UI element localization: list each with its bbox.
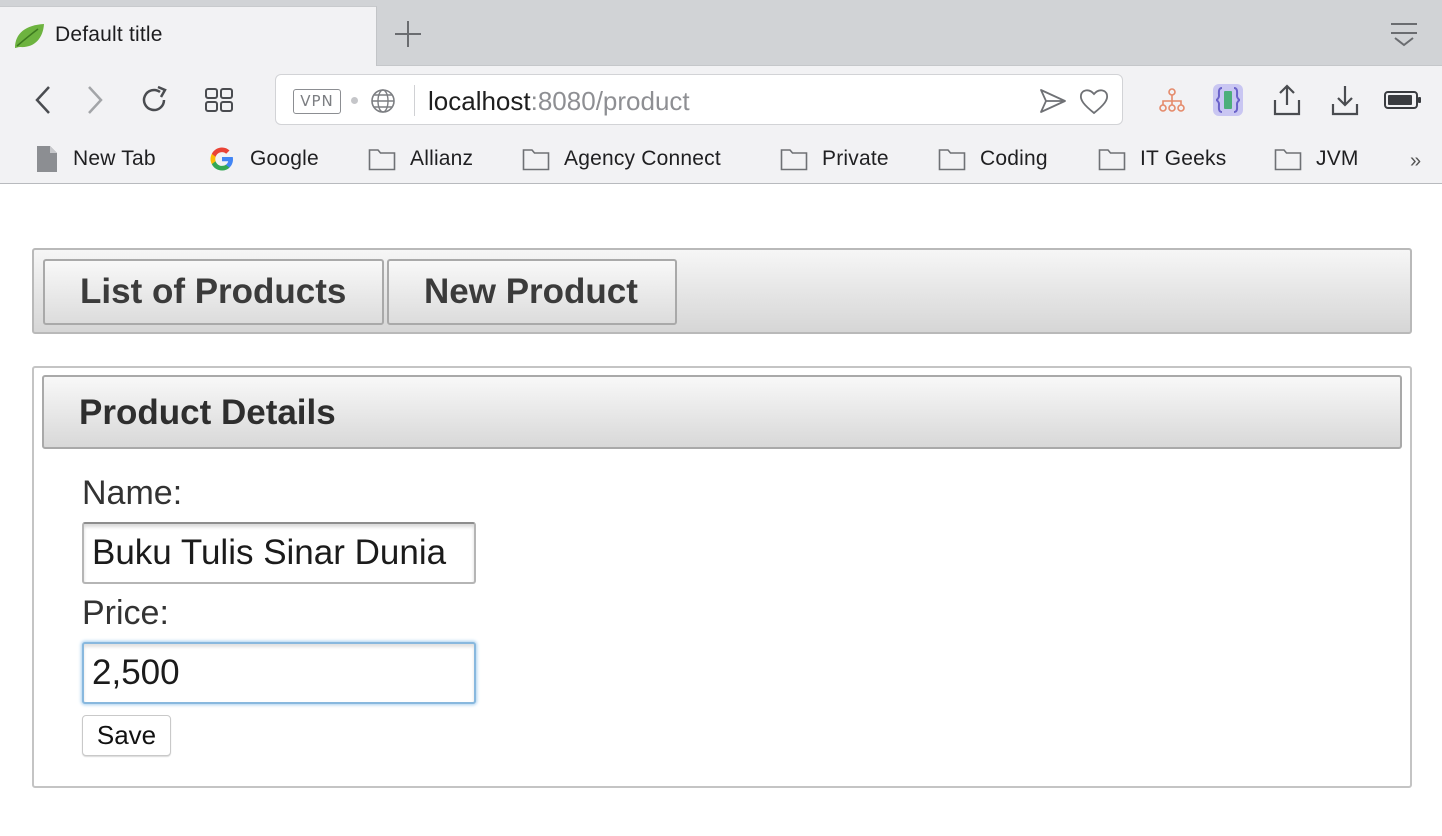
status-dot-icon xyxy=(351,97,358,104)
tab-grid-icon[interactable] xyxy=(203,86,235,114)
panel-title: Product Details xyxy=(79,393,336,432)
price-label: Price: xyxy=(82,594,169,632)
sitemap-extension-icon[interactable] xyxy=(1158,86,1186,114)
folder-icon xyxy=(1274,149,1302,171)
bookmark-private[interactable]: Private xyxy=(780,144,889,174)
bookmark-new-tab[interactable]: New Tab xyxy=(35,144,156,174)
bookmark-label: Coding xyxy=(980,147,1048,170)
url-path: :8080/product xyxy=(530,86,690,116)
browser-tab[interactable]: Default title xyxy=(0,6,377,66)
bookmark-allianz[interactable]: Allianz xyxy=(368,144,473,174)
browser-toolbar: VPN localhost:8080/product xyxy=(0,66,1442,134)
save-button[interactable]: Save xyxy=(82,715,171,756)
heart-icon[interactable] xyxy=(1078,86,1110,116)
folder-icon xyxy=(368,149,396,171)
share-icon[interactable] xyxy=(1272,83,1302,117)
bookmark-google[interactable]: Google xyxy=(208,144,319,174)
price-input[interactable] xyxy=(82,642,476,704)
folder-icon xyxy=(1098,149,1126,171)
tab-strip: Default title xyxy=(0,0,1442,66)
folder-icon xyxy=(938,149,966,171)
page-icon xyxy=(37,146,57,172)
forward-icon[interactable] xyxy=(82,84,108,116)
folder-icon xyxy=(522,149,550,171)
bookmark-label: IT Geeks xyxy=(1140,147,1227,170)
product-details-panel: Product Details Name: Price: Save xyxy=(32,366,1412,788)
bookmark-label: Private xyxy=(822,147,889,170)
new-tab-plus-icon[interactable] xyxy=(392,18,424,50)
google-icon xyxy=(210,147,233,171)
name-label: Name: xyxy=(82,474,183,512)
list-of-products-button[interactable]: List of Products xyxy=(43,259,384,325)
new-product-button[interactable]: New Product xyxy=(387,259,677,325)
address-bar[interactable]: VPN localhost:8080/product xyxy=(275,74,1123,125)
folder-icon xyxy=(780,149,808,171)
bookmark-label: Allianz xyxy=(410,147,474,170)
app-menubar: List of Products New Product xyxy=(32,248,1412,334)
bookmark-label: Agency Connect xyxy=(564,147,721,170)
json-extension-icon[interactable] xyxy=(1212,83,1244,117)
url-text[interactable]: localhost:8080/product xyxy=(428,86,690,117)
back-icon[interactable] xyxy=(30,84,56,116)
address-separator xyxy=(414,85,415,116)
bookmark-coding[interactable]: Coding xyxy=(938,144,1048,174)
bookmark-label: Google xyxy=(250,147,319,170)
bookmark-jvm[interactable]: JVM xyxy=(1274,144,1359,174)
tab-title: Default title xyxy=(55,23,163,46)
bookmarks-overflow-icon[interactable]: » xyxy=(1410,150,1421,173)
battery-icon[interactable] xyxy=(1384,90,1422,110)
globe-icon[interactable] xyxy=(369,87,397,115)
reload-icon[interactable] xyxy=(138,84,170,116)
panel-header: Product Details xyxy=(42,375,1402,449)
bookmarks-bar: New Tab Google Allianz Agency Connect Pr… xyxy=(0,134,1442,184)
name-input[interactable] xyxy=(82,522,476,584)
download-icon[interactable] xyxy=(1330,83,1360,117)
vpn-badge[interactable]: VPN xyxy=(293,89,341,114)
bookmark-it-geeks[interactable]: IT Geeks xyxy=(1098,144,1226,174)
bookmark-label: JVM xyxy=(1316,147,1359,170)
leaf-favicon-icon xyxy=(15,24,44,48)
send-icon[interactable] xyxy=(1038,87,1068,115)
url-host: localhost xyxy=(428,86,531,116)
tab-menu-icon[interactable] xyxy=(1388,20,1420,50)
bookmark-agency-connect[interactable]: Agency Connect xyxy=(522,144,721,174)
bookmark-label: New Tab xyxy=(73,147,156,170)
